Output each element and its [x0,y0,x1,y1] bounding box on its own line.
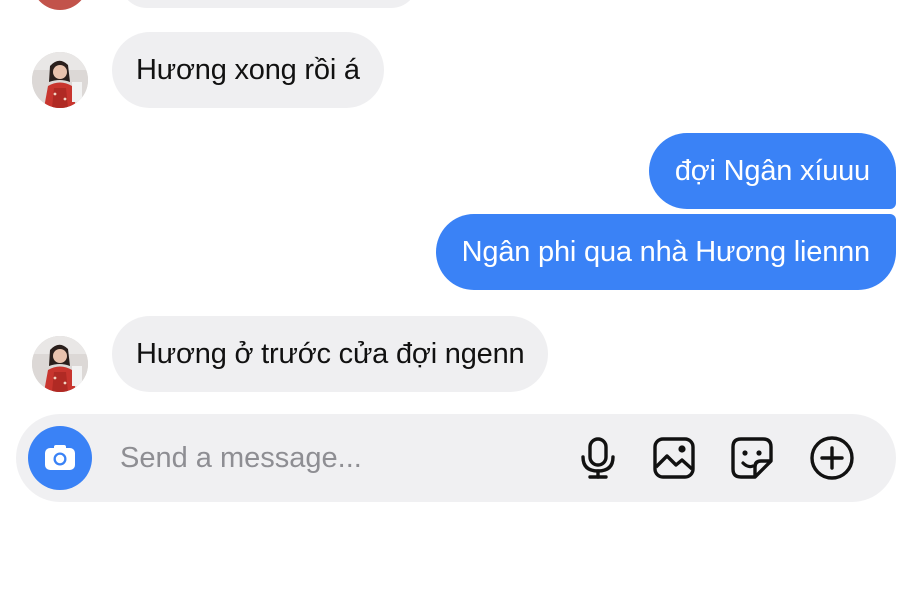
message-text: đợi Ngân xíuuu [674,154,870,187]
sticker-icon [731,437,773,479]
message-input[interactable] [120,434,540,482]
microphone-icon [581,437,615,479]
image-icon [653,437,695,479]
plus-circle-icon [810,436,854,480]
message-text: Hương xong rồi á [136,53,360,86]
avatar-photo [32,336,88,392]
avatar-photo [32,52,88,108]
message-bubble-incoming[interactable]: Hương xong rồi á [112,32,384,108]
gallery-button[interactable] [650,434,698,482]
camera-button[interactable] [28,426,92,490]
camera-icon [45,445,75,470]
message-text: Hương ở trước cửa đợi ngenn [136,337,525,370]
more-button[interactable] [808,434,856,482]
microphone-button[interactable] [574,434,622,482]
chat-thread: Hương xong rồi á đợi Ngân xíuuu Ngân phi… [0,0,912,600]
message-bubble-incoming[interactable]: Hương ở trước cửa đợi ngenn [112,316,549,392]
message-bubble-incoming[interactable] [120,0,418,8]
message-composer [16,414,896,502]
message-bubble-outgoing[interactable]: đợi Ngân xíuuu [648,133,896,209]
contact-avatar[interactable] [32,336,88,392]
contact-avatar[interactable] [32,0,88,10]
message-bubble-outgoing[interactable]: Ngân phi qua nhà Hương liennn [435,214,896,290]
sticker-button[interactable] [728,434,776,482]
contact-avatar[interactable] [32,52,88,108]
message-text: Ngân phi qua nhà Hương liennn [461,235,871,268]
